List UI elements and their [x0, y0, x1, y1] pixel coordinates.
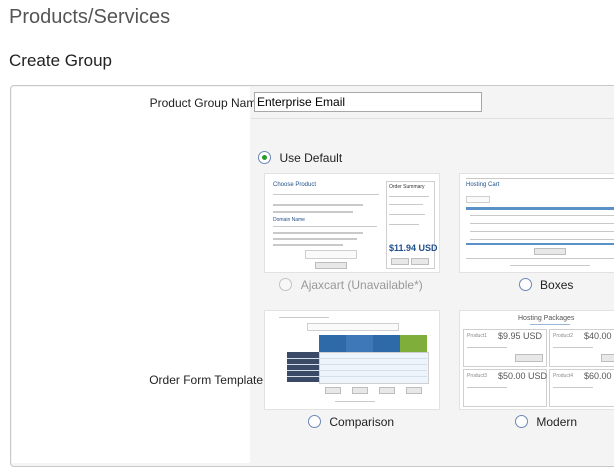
modern-thumbnail[interactable]: Hosting Packages Product1 $9.95 USD Prod… [459, 310, 614, 410]
modern-product-4: Product4 [553, 373, 574, 379]
ajaxcart-heading: Choose Product [273, 182, 317, 188]
boxes-label: Boxes [540, 277, 574, 292]
modern-product-3: Product3 [467, 373, 488, 379]
modern-heading: Hosting Packages [518, 315, 575, 322]
section-title: Create Group [9, 51, 112, 70]
boxes-radio[interactable] [518, 278, 532, 292]
modern-radio[interactable] [514, 415, 528, 429]
modern-price-1: $9.95 USD [498, 331, 543, 341]
comparison-radio[interactable] [307, 415, 321, 429]
comparison-option[interactable]: Comparison [264, 413, 438, 431]
boxes-option[interactable]: Boxes [459, 276, 614, 294]
use-default-label: Use Default [279, 150, 343, 165]
label-column [12, 87, 250, 463]
modern-product-1: Product1 [467, 333, 488, 339]
modern-price-2: $40.00 USD [584, 331, 614, 341]
use-default-radio[interactable] [258, 151, 271, 165]
product-group-name-input[interactable] [254, 92, 482, 112]
ajaxcart-total: $11.94 USD [389, 243, 438, 253]
modern-price-3: $50.00 USD [498, 371, 548, 381]
boxes-thumbnail[interactable]: Hosting Cart [459, 173, 614, 273]
use-default-option[interactable]: Use Default [258, 149, 342, 167]
comparison-thumbnail[interactable] [264, 310, 440, 410]
page-title: Products/Services [9, 6, 171, 28]
ajaxcart-thumbnail[interactable]: Choose Product Domain Name Order Summary… [264, 173, 440, 273]
modern-product-2: Product2 [553, 333, 574, 339]
ajaxcart-radio [279, 278, 293, 292]
order-form-template-label: Order Form Template [149, 373, 263, 387]
ajaxcart-option: Ajaxcart (Unavailable*) [264, 276, 438, 294]
product-group-name-label: Product Group Name [149, 96, 263, 110]
modern-option[interactable]: Modern [459, 413, 614, 431]
ajaxcart-label: Ajaxcart (Unavailable*) [300, 277, 423, 292]
modern-label: Modern [536, 414, 578, 429]
comparison-label: Comparison [329, 414, 395, 429]
ajaxcart-sidebar-title: Order Summary [389, 184, 425, 190]
boxes-heading: Hosting Cart [466, 182, 500, 188]
row-divider [251, 118, 614, 119]
create-group-panel: Product Group Name Order Form Template U… [10, 85, 614, 467]
modern-price-4: $60.00 U [584, 371, 614, 381]
